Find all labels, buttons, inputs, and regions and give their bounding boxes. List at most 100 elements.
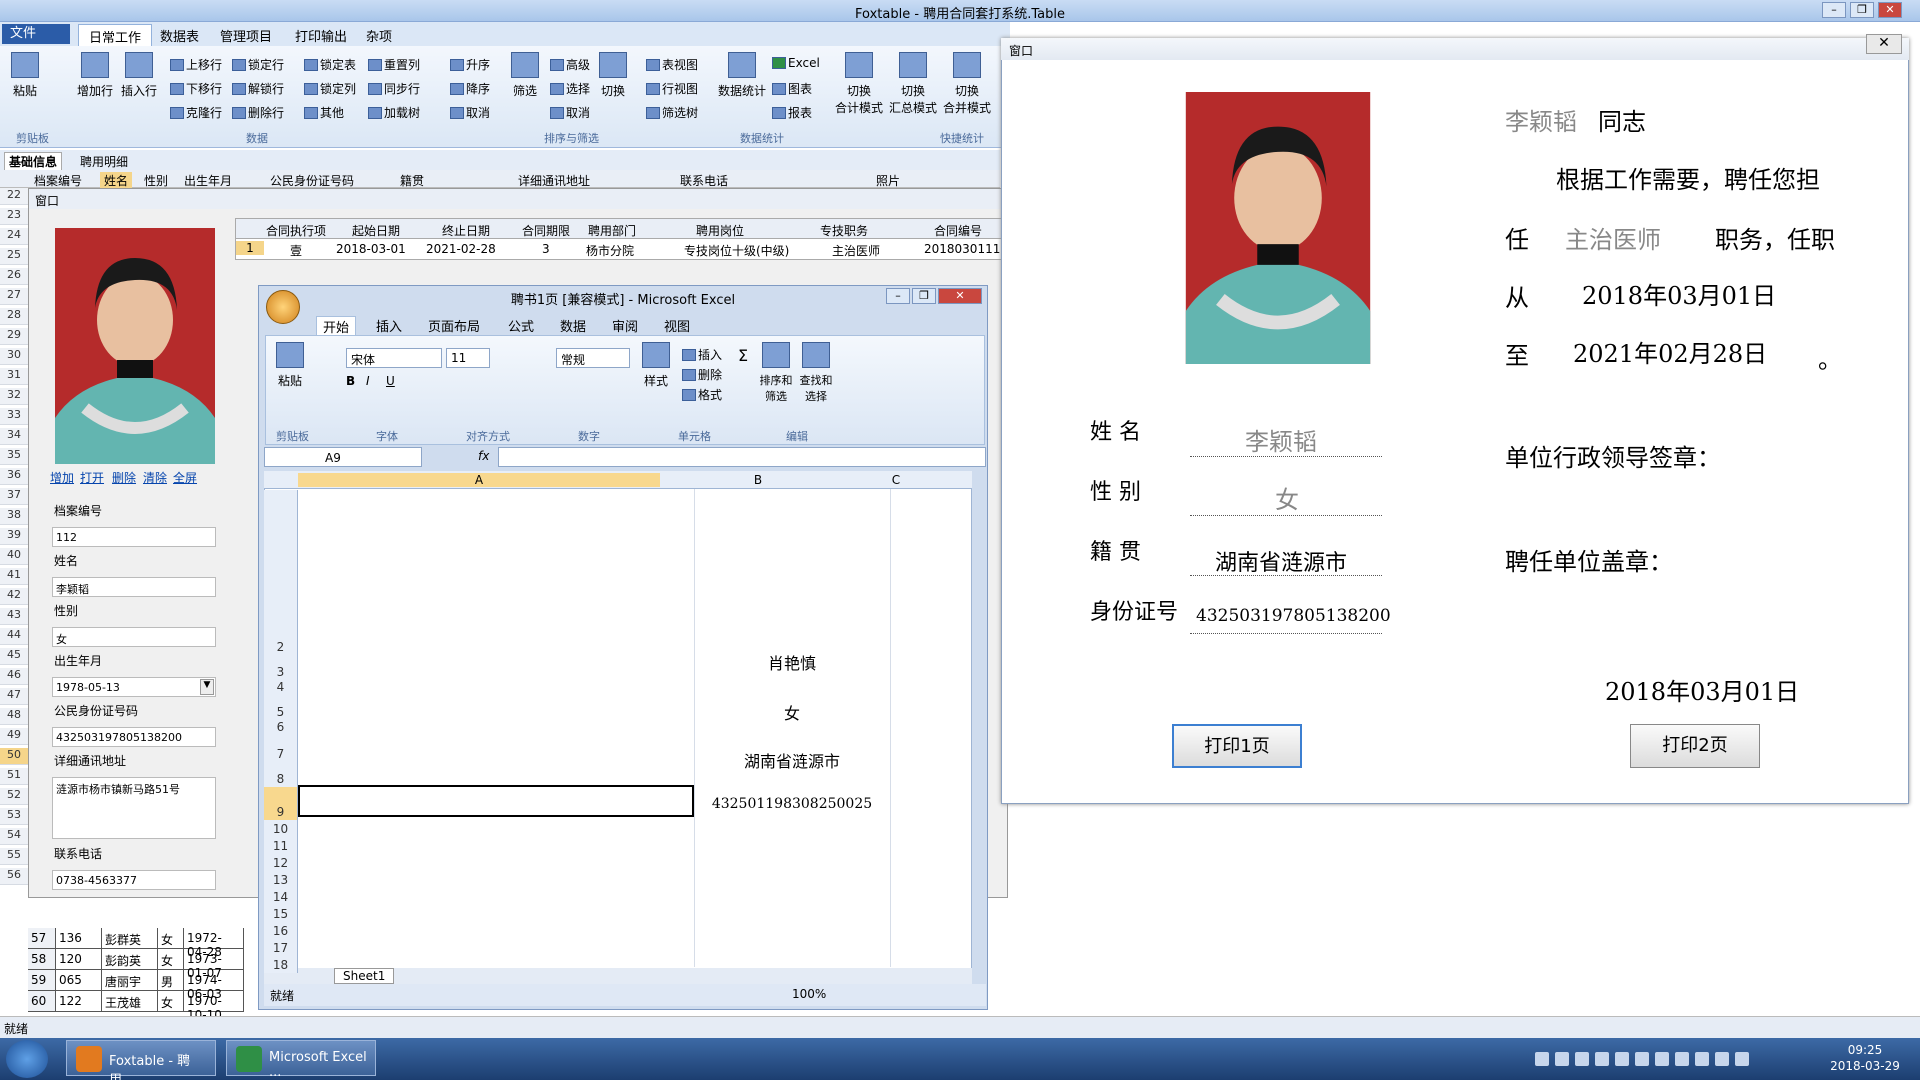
col-header-a[interactable]: A [298, 473, 660, 487]
col-header[interactable]: 起始日期 [352, 222, 400, 239]
tab-tables[interactable]: 数据表 [150, 24, 209, 46]
sort-desc-button[interactable]: 降序 [450, 80, 490, 97]
tab-basic-info[interactable]: 基础信息 [4, 152, 63, 171]
switch-button[interactable]: 切换 [590, 52, 636, 99]
table-cell[interactable]: 专技岗位十级(中级) [684, 242, 789, 259]
print-page1-button[interactable]: 打印1页 [1172, 724, 1302, 768]
col-header[interactable]: 姓名 [100, 172, 133, 189]
lock-table-button[interactable]: 锁定表 [304, 56, 356, 73]
chevron-down-icon[interactable]: ▼ [200, 679, 214, 695]
table-cell[interactable]: 彭群英 [102, 928, 158, 949]
excel-tab-review[interactable]: 审阅 [612, 316, 638, 335]
paste-button[interactable]: 粘贴 [2, 52, 48, 99]
insert-row-button[interactable]: 插入行 [116, 52, 162, 99]
fullscreen-link[interactable]: 全屏 [173, 469, 197, 486]
cell-b5[interactable]: 女 [694, 700, 890, 724]
col-header[interactable]: 详细通讯地址 [518, 172, 590, 189]
col-header[interactable]: 合同执行项 [266, 222, 326, 239]
table-cell[interactable]: 20180301112 [924, 242, 1008, 256]
excel-restore-button[interactable]: ❐ [912, 288, 936, 304]
office-button[interactable] [266, 290, 300, 324]
underline-button[interactable]: U [386, 374, 395, 388]
gender-field[interactable]: 女 [52, 627, 216, 647]
sum-icon[interactable]: Σ [738, 346, 748, 365]
filter-button[interactable]: 筛选 [502, 52, 548, 99]
clock[interactable]: 09:25 2018-03-29 [1820, 1042, 1910, 1074]
id-field[interactable]: 432503197805138200 [52, 727, 216, 747]
col-header-b[interactable]: B [660, 473, 856, 487]
file-menu-button[interactable]: 文件 [2, 24, 70, 44]
table-cell[interactable]: 杨市分院 [586, 242, 634, 259]
clear-link[interactable]: 清除 [143, 469, 167, 486]
lock-row-button[interactable]: 锁定行 [232, 56, 284, 73]
table-cell[interactable]: 120 [56, 949, 102, 970]
table-cell[interactable]: 1973-01-07 [184, 949, 244, 980]
network-icon[interactable] [1575, 1052, 1589, 1066]
table-cell[interactable]: 1972-04-28 [184, 928, 244, 959]
excel-tab-formula[interactable]: 公式 [508, 316, 534, 335]
excel-tab-insert[interactable]: 插入 [376, 316, 402, 335]
excel-button[interactable]: Excel [772, 56, 820, 70]
table-cell[interactable]: 女 [158, 928, 184, 949]
col-header[interactable]: 档案编号 [34, 172, 82, 189]
excel-row-number[interactable]: 17 [264, 939, 298, 956]
print-page2-button[interactable]: 打印2页 [1630, 724, 1760, 768]
delete-cells-button[interactable]: 删除 [682, 366, 722, 383]
start-button[interactable] [6, 1040, 48, 1078]
tab-manage[interactable]: 管理项目 [210, 24, 282, 46]
table-cell[interactable]: 3 [542, 242, 550, 256]
table-cell[interactable]: 1970-10-10 [184, 991, 244, 1022]
tab-misc[interactable]: 杂项 [356, 24, 402, 46]
advanced-filter-button[interactable]: 高级 [550, 56, 590, 73]
dialog-close-button[interactable]: ✕ [1866, 34, 1902, 54]
table-cell[interactable]: 壹 [290, 242, 302, 259]
col-header[interactable]: 合同期限 [522, 222, 570, 239]
tray-icon[interactable] [1735, 1052, 1749, 1066]
tab-daily[interactable]: 日常工作 [78, 24, 153, 46]
filter-cancel-button[interactable]: 取消 [550, 104, 590, 121]
restore-button[interactable]: ❐ [1850, 2, 1874, 18]
help-icon[interactable] [1555, 1052, 1569, 1066]
col-header[interactable]: 籍贯 [400, 172, 424, 189]
move-down-button[interactable]: 下移行 [170, 80, 222, 97]
number-format-select[interactable]: 常规 [556, 348, 630, 368]
keyboard-icon[interactable] [1535, 1052, 1549, 1066]
table-cell[interactable]: 女 [158, 949, 184, 970]
formula-bar[interactable] [498, 447, 986, 467]
delete-row-button[interactable]: 删除行 [232, 104, 284, 121]
delete-link[interactable]: 删除 [112, 469, 136, 486]
font-select[interactable]: 宋体 [346, 348, 442, 368]
sheet-tab[interactable]: Sheet1 [334, 968, 395, 984]
clone-row-button[interactable]: 克隆行 [170, 104, 222, 121]
table-cell[interactable]: 122 [56, 991, 102, 1012]
tray-icon[interactable] [1615, 1052, 1629, 1066]
excel-row-number[interactable]: 15 [264, 905, 298, 922]
volume-icon[interactable] [1695, 1052, 1709, 1066]
table-cell[interactable]: 王茂雄 [102, 991, 158, 1012]
table-cell[interactable]: 彭韵英 [102, 949, 158, 970]
excel-minimize-button[interactable]: – [886, 288, 910, 304]
excel-row-number[interactable]: 4 [264, 680, 298, 695]
open-link[interactable]: 打开 [80, 469, 104, 486]
table-cell[interactable]: 1974-06-03 [184, 970, 244, 1001]
tab-hire-details[interactable]: 聘用明细 [80, 153, 128, 170]
excel-row-number[interactable]: 7 [264, 735, 298, 762]
format-cells-button[interactable]: 格式 [682, 386, 722, 403]
unlock-row-button[interactable]: 解锁行 [232, 80, 284, 97]
excel-row-number[interactable]: 6 [264, 720, 298, 735]
excel-row-number[interactable]: 2 [264, 490, 298, 655]
table-cell[interactable]: 2018-03-01 [336, 242, 406, 256]
col-header[interactable]: 合同编号 [934, 222, 982, 239]
table-cell[interactable]: 2021-02-28 [426, 242, 496, 256]
col-header[interactable]: 性别 [144, 172, 168, 189]
sync-row-button[interactable]: 同步行 [368, 80, 420, 97]
font-size-select[interactable]: 11 [446, 348, 490, 368]
flag-icon[interactable] [1715, 1052, 1729, 1066]
table-cell[interactable]: 女 [158, 991, 184, 1012]
selected-cell-a9[interactable] [298, 785, 694, 817]
italic-button[interactable]: I [366, 374, 370, 388]
phone-field[interactable]: 0738-4563377 [52, 870, 216, 890]
merge-mode-button[interactable]: 切换 合并模式 [940, 52, 994, 116]
shield-icon[interactable] [1595, 1052, 1609, 1066]
excel-close-button[interactable]: ✕ [938, 288, 982, 304]
